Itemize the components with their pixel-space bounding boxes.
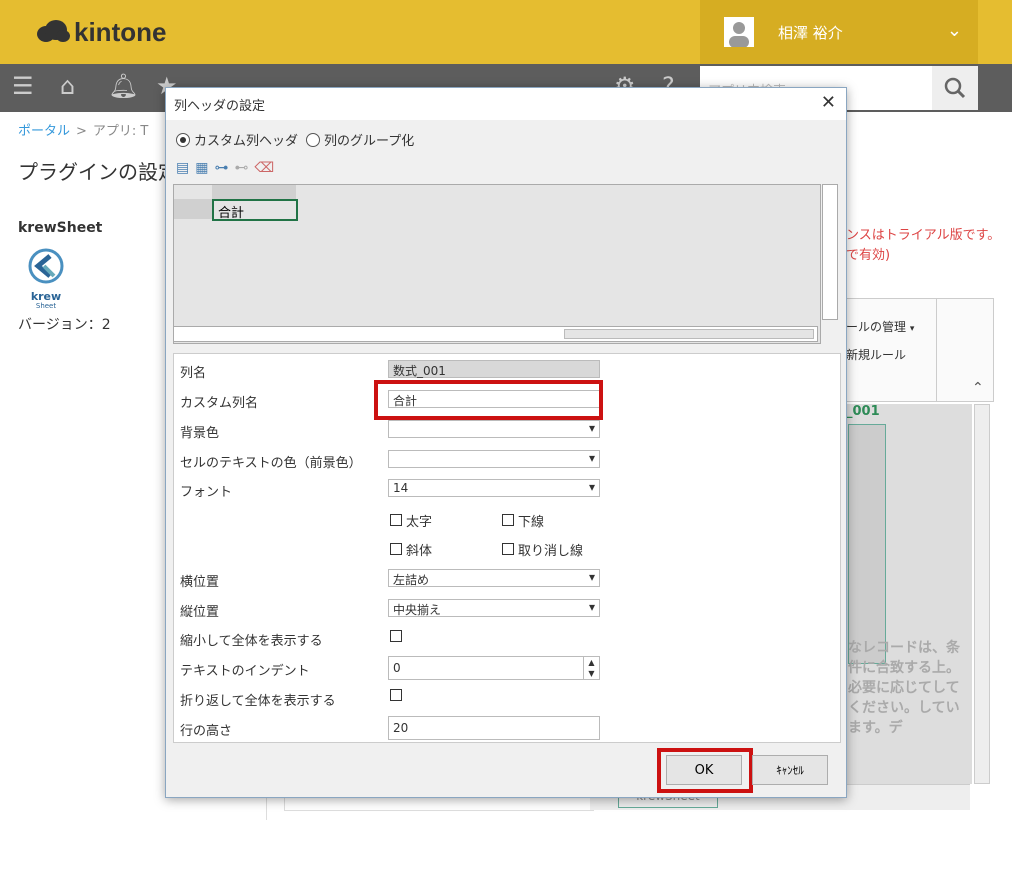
grid-column-header: _001: [846, 404, 880, 419]
breadcrumb-app[interactable]: アプリ: T: [93, 124, 148, 139]
trial-notice: ンスはトライアル版です。 で有効): [846, 226, 1000, 266]
dialog-title: 列ヘッダの設定: [174, 99, 266, 114]
search-button[interactable]: [932, 66, 978, 110]
bg-color-select[interactable]: [388, 420, 600, 438]
group-column-radio[interactable]: [306, 132, 321, 147]
plugin-version: バージョン：2: [18, 317, 111, 333]
highlight-box: [374, 380, 603, 420]
indent-value: 0: [393, 661, 401, 675]
preview-col-header: [212, 185, 296, 199]
scroll-thumb[interactable]: [564, 329, 814, 339]
valign-label: 縦位置: [180, 605, 220, 620]
fg-color-select[interactable]: [388, 450, 600, 468]
preview-toolbar: ▤ ▦ ⊶ ⊷ ⌫: [176, 160, 274, 176]
cancel-button[interactable]: ｷｬﾝｾﾙ: [752, 755, 828, 785]
header-edge: [978, 0, 1012, 64]
divider: [936, 298, 937, 402]
bold-checkbox[interactable]: [390, 514, 402, 526]
user-name: 相澤 裕介: [778, 23, 843, 42]
merge-icon[interactable]: ⊶: [214, 160, 228, 176]
grid-notice-text: なレコードは、条件に合致する上。必要に応じてしてください。しています。デ: [848, 640, 960, 736]
shrink-label: 縮小して全体を表示する: [180, 634, 323, 649]
halign-label: 横位置: [180, 575, 220, 590]
divider: [284, 810, 594, 811]
kintone-logo[interactable]: kintone: [36, 14, 166, 50]
avatar: [724, 17, 754, 47]
grid-icon[interactable]: ▤: [176, 160, 189, 176]
column-header-dialog: 列ヘッダの設定 ✕ カスタム列ヘッダ 列のグループ化 ▤ ▦ ⊶ ⊷ ⌫ 合計 …: [165, 87, 847, 798]
user-menu[interactable]: 相澤 裕介 ⌄: [700, 0, 978, 64]
column-name-label: 列名: [180, 366, 207, 381]
new-rule-link[interactable]: 新規ルール: [846, 346, 906, 363]
collapse-icon[interactable]: ⌃: [972, 380, 984, 396]
column-name-field: 数式_001: [388, 360, 600, 378]
table-icon[interactable]: ▦: [195, 160, 208, 176]
caret-down-icon: ▾: [909, 324, 915, 334]
shrink-checkbox[interactable]: [390, 630, 402, 642]
custom-header-label[interactable]: カスタム列ヘッダ: [194, 130, 298, 149]
krew-logo-text: krew: [30, 290, 62, 303]
breadcrumb: ポータル > アプリ: T: [18, 120, 148, 139]
group-column-label[interactable]: 列のグループ化: [324, 130, 414, 149]
indent-label: テキストのインデント: [180, 664, 310, 679]
highlight-box: [657, 748, 753, 793]
spinner-arrows-icon[interactable]: ▲ ▼: [583, 657, 599, 679]
row-height-input[interactable]: 20: [388, 716, 600, 740]
custom-header-radio[interactable]: [176, 132, 190, 147]
underline-label[interactable]: 下線: [518, 511, 544, 530]
valign-select[interactable]: 中央揃え: [388, 599, 600, 617]
home-icon[interactable]: ⌂: [60, 72, 75, 100]
krewsheet-logo: krew Sheet: [26, 248, 66, 310]
page-title: プラグインの設定: [18, 160, 178, 184]
italic-checkbox[interactable]: [390, 543, 402, 555]
trial-line-1: ンスはトライアル版です。: [846, 228, 1001, 243]
halign-select[interactable]: 左詰め: [388, 569, 600, 587]
font-select[interactable]: 14: [388, 479, 600, 497]
wrap-checkbox[interactable]: [390, 689, 402, 701]
row-height-label: 行の高さ: [180, 724, 233, 739]
indent-spinner[interactable]: 0 ▲ ▼: [388, 656, 600, 680]
fg-color-label: セルのテキストの色（前景色）: [180, 456, 362, 471]
italic-label[interactable]: 斜体: [406, 540, 432, 559]
custom-name-label: カスタム列名: [180, 396, 259, 411]
wrap-label: 折り返して全体を表示する: [180, 694, 336, 709]
header-preview: 合計: [173, 184, 821, 344]
preview-hscroll[interactable]: [173, 326, 818, 342]
dialog-titlebar: 列ヘッダの設定 ✕: [166, 88, 846, 120]
chevron-down-icon: ⌄: [946, 20, 962, 41]
bg-color-label: 背景色: [180, 426, 220, 441]
sheet-logo-text: Sheet: [35, 302, 57, 310]
font-label: フォント: [180, 485, 233, 500]
underline-checkbox[interactable]: [502, 514, 514, 526]
grid-scrollbar[interactable]: [974, 404, 990, 784]
rule-manage-menu[interactable]: ールの管理 ▾: [846, 318, 914, 335]
strike-label[interactable]: 取り消し線: [518, 540, 583, 559]
close-icon[interactable]: ✕: [821, 92, 836, 113]
strike-checkbox[interactable]: [502, 543, 514, 555]
mode-radio-group: カスタム列ヘッダ 列のグループ化: [176, 130, 414, 149]
breadcrumb-portal[interactable]: ポータル: [18, 124, 70, 139]
cloud-icon: [37, 20, 70, 42]
breadcrumb-separator: >: [76, 124, 87, 139]
preview-vscroll[interactable]: [822, 184, 838, 320]
eraser-icon[interactable]: ⌫: [254, 160, 274, 176]
unmerge-icon[interactable]: ⊷: [234, 160, 248, 176]
preview-row-header: [174, 199, 212, 219]
search-icon: [944, 77, 966, 99]
plugin-name: krewSheet: [18, 220, 103, 236]
grid-column: [848, 424, 886, 664]
trial-line-2: で有効): [846, 248, 891, 263]
rule-manage-label: ールの管理: [846, 320, 907, 334]
menu-icon[interactable]: ☰: [12, 72, 34, 100]
logo-text: kintone: [74, 16, 167, 47]
bold-label[interactable]: 太字: [406, 511, 432, 530]
bell-icon[interactable]: 🔔︎: [108, 72, 138, 100]
preview-cell[interactable]: 合計: [212, 199, 298, 221]
